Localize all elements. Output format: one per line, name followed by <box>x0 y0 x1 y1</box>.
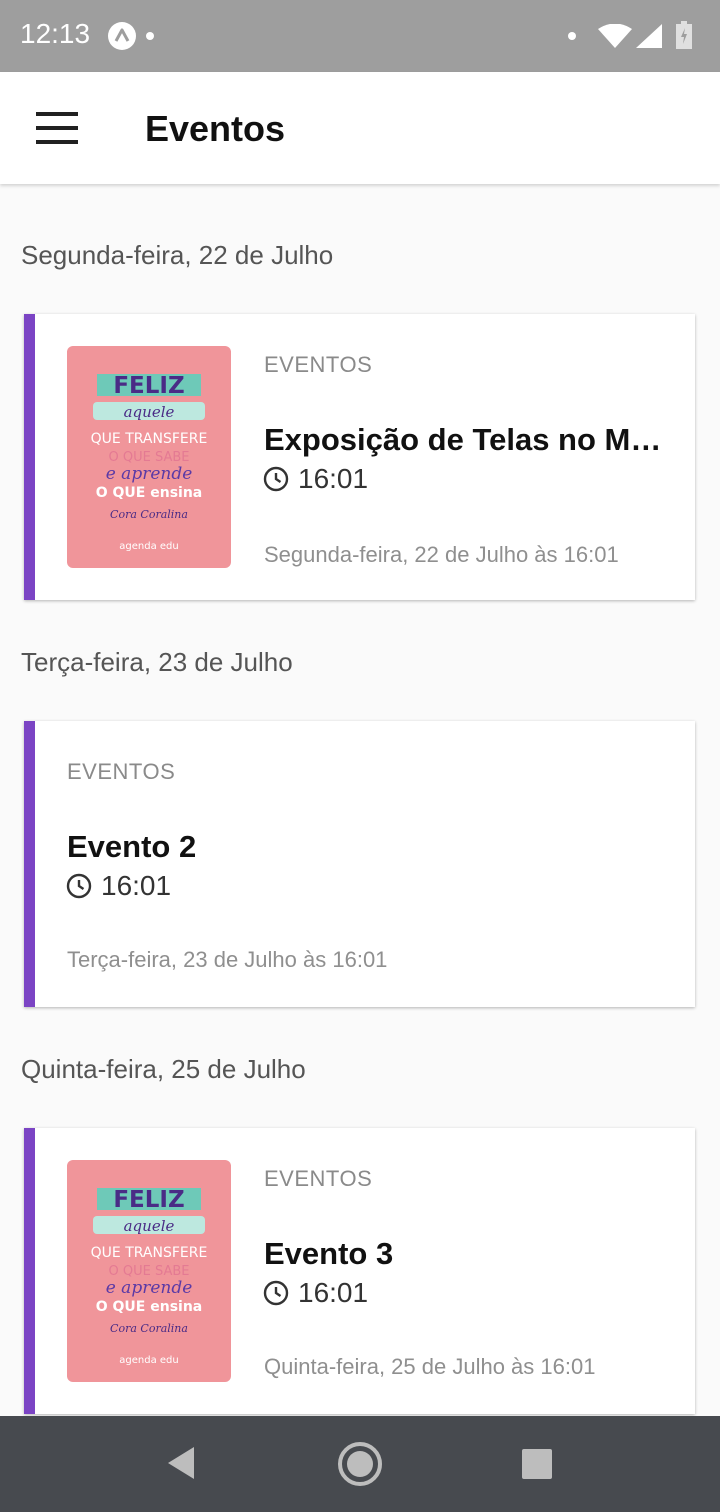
event-card[interactable]: EVENTOS Evento 2 16:01 Terça-feira, 23 d… <box>24 721 695 1007</box>
card-accent-bar <box>24 1128 35 1414</box>
poster-text: O QUE ensina <box>96 485 203 501</box>
event-date-line: Segunda-feira, 22 de Julho às 16:01 <box>264 542 619 567</box>
poster-text: agenda edu <box>119 541 178 552</box>
clock-icon <box>66 873 92 899</box>
event-category: EVENTOS <box>264 1166 373 1191</box>
poster-text: O QUE SABE <box>109 1264 190 1279</box>
card-accent-bar <box>24 721 35 1007</box>
event-time-text: 16:01 <box>101 870 172 901</box>
event-time-text: 16:01 <box>298 1277 369 1308</box>
recents-icon[interactable] <box>521 1448 553 1485</box>
poster-text: e aprende <box>106 1278 193 1298</box>
page-title: Eventos <box>145 108 286 149</box>
status-time: 12:13 <box>20 18 91 49</box>
wifi-icon <box>598 23 632 53</box>
home-icon[interactable] <box>337 1441 383 1492</box>
app-bar: Eventos <box>0 72 720 184</box>
event-time-text: 16:01 <box>298 463 369 494</box>
poster-text: e aprende <box>106 464 193 484</box>
event-card[interactable]: FELIZ aquele QUE TRANSFERE O QUE SABE e … <box>24 314 695 600</box>
poster-text: QUE TRANSFERE <box>91 1245 208 1261</box>
event-category: EVENTOS <box>67 759 176 784</box>
poster-text: FELIZ <box>113 373 184 399</box>
poster-text: agenda edu <box>119 1355 178 1366</box>
app-notification-icon <box>108 22 136 50</box>
event-date-line: Quinta-feira, 25 de Julho às 16:01 <box>264 1354 596 1379</box>
battery-icon <box>676 21 692 54</box>
clock-icon <box>263 466 289 492</box>
signal-icon <box>636 24 662 53</box>
back-icon[interactable] <box>166 1446 196 1485</box>
card-accent-bar <box>24 314 35 600</box>
poster-text: aquele <box>124 403 175 421</box>
poster-text: O QUE ensina <box>96 1299 203 1315</box>
poster-text: O QUE SABE <box>109 450 190 465</box>
hamburger-menu-icon[interactable] <box>36 112 78 144</box>
day-header: Segunda-feira, 22 de Julho <box>21 240 334 270</box>
dot-icon <box>146 32 154 40</box>
event-thumbnail: FELIZ aquele QUE TRANSFERE O QUE SABE e … <box>67 346 231 568</box>
event-thumbnail: FELIZ aquele QUE TRANSFERE O QUE SABE e … <box>67 1160 231 1382</box>
event-title: Exposição de Telas no Museu <box>264 422 664 457</box>
poster-text: FELIZ <box>113 1187 184 1213</box>
day-header: Quinta-feira, 25 de Julho <box>21 1054 306 1084</box>
poster-text: Cora Coralina <box>110 508 188 521</box>
event-category: EVENTOS <box>264 352 373 377</box>
event-card[interactable]: FELIZ aquele QUE TRANSFERE O QUE SABE e … <box>24 1128 695 1414</box>
dot-icon <box>568 32 576 40</box>
poster-text: aquele <box>124 1217 175 1235</box>
event-title: Evento 3 <box>264 1236 394 1271</box>
day-header: Terça-feira, 23 de Julho <box>21 647 293 677</box>
system-nav-bar <box>0 1416 720 1512</box>
status-bar: 12:13 <box>0 0 720 72</box>
event-title: Evento 2 <box>67 829 197 864</box>
clock-icon <box>263 1280 289 1306</box>
poster-text: Cora Coralina <box>110 1322 188 1335</box>
poster-text: QUE TRANSFERE <box>91 431 208 447</box>
event-date-line: Terça-feira, 23 de Julho às 16:01 <box>67 947 388 972</box>
